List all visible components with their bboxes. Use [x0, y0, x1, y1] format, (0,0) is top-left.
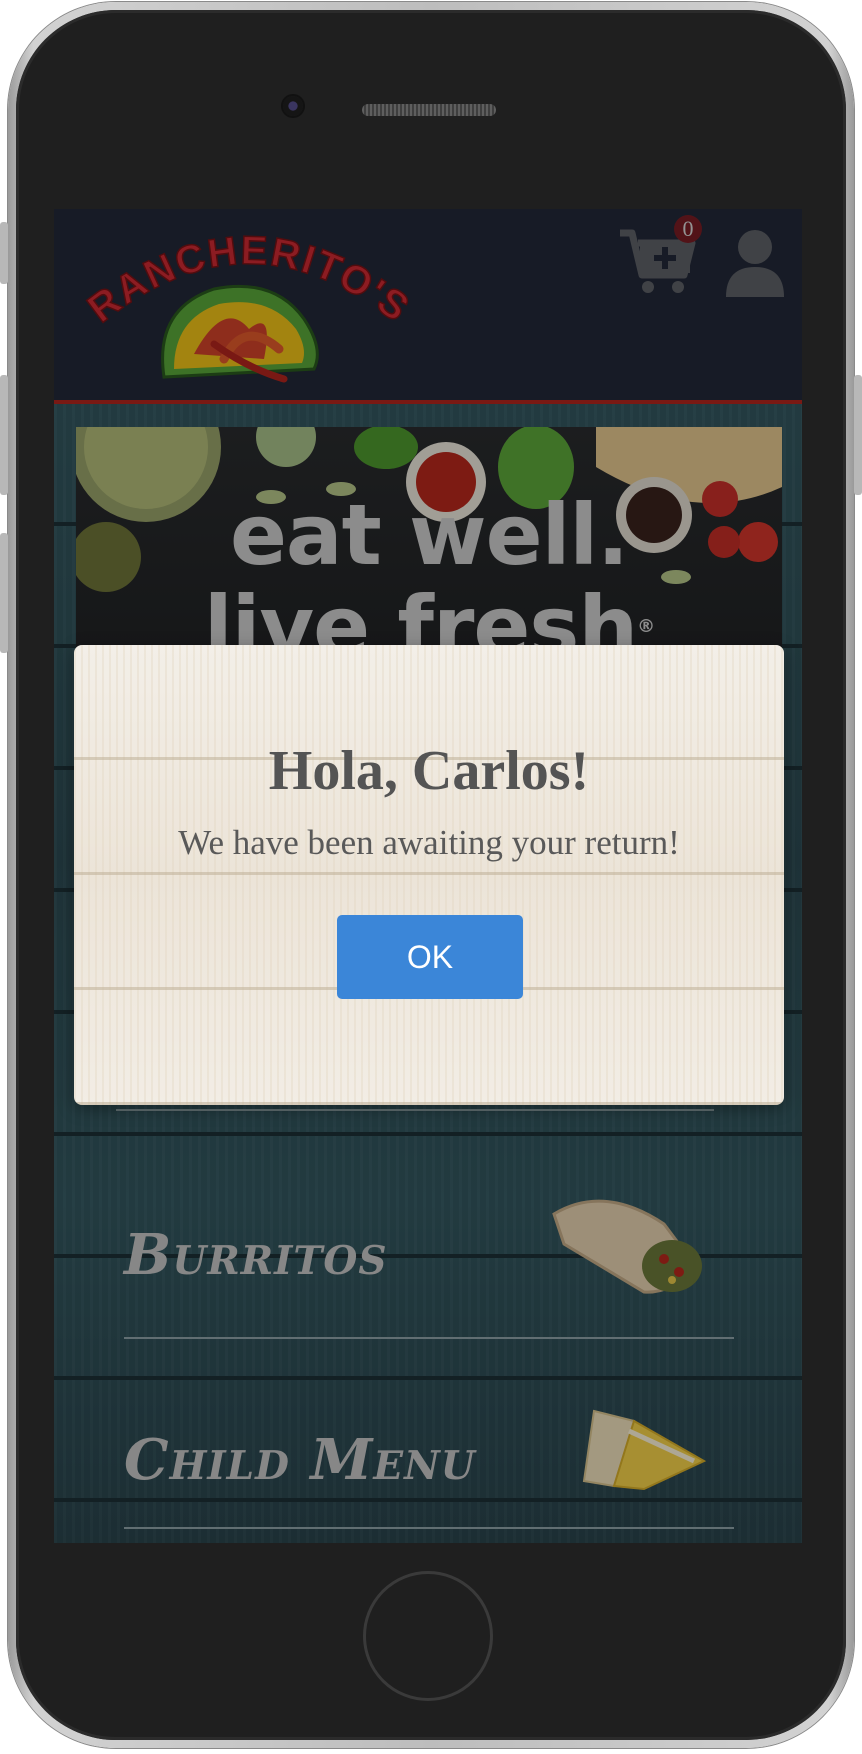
volume-up-button — [0, 375, 8, 495]
ok-button[interactable]: OK — [337, 915, 523, 999]
dialog-title: Hola, Carlos! — [268, 740, 590, 802]
app-screen: RANCHERITO'S 0 eat well. live fresh® Bur… — [54, 209, 802, 1543]
home-button[interactable] — [363, 1571, 493, 1701]
earpiece-speaker — [362, 104, 496, 116]
welcome-dialog: Hola, Carlos! We have been awaiting your… — [74, 645, 784, 1105]
front-camera — [283, 96, 303, 116]
volume-down-button — [0, 533, 8, 653]
dialog-message: We have been awaiting your return! — [178, 823, 680, 862]
power-button — [854, 375, 862, 495]
mute-switch — [0, 222, 8, 284]
